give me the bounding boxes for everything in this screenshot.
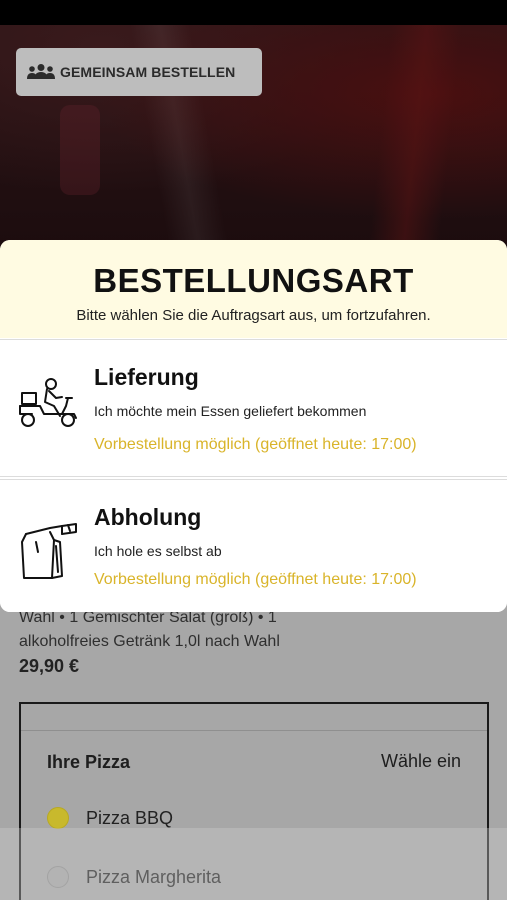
product-price: 29,90 € [19, 656, 80, 676]
option-note: Vorbestellung möglich (geöffnet heute: 1… [94, 571, 417, 588]
delivery-option[interactable]: Lieferung Ich möchte mein Essen geliefer… [0, 339, 507, 477]
option-description: Ich möchte mein Essen geliefert bekommen [94, 403, 367, 419]
product-description-line2: alkoholfreies Getränk 1,0l nach Wahl [19, 633, 280, 650]
option-note: Vorbestellung möglich (geöffnet heute: 1… [94, 436, 417, 453]
bottom-overlay [0, 828, 507, 900]
delivery-scooter-icon [16, 376, 82, 442]
status-bar [0, 0, 507, 25]
pickup-option[interactable]: Abholung Ich hole es selbst ab Vorbestel… [0, 479, 507, 612]
pickup-bag-icon [16, 516, 82, 582]
option-title: Lieferung [94, 364, 199, 390]
order-type-modal: BESTELLUNGSART Bitte wählen Sie die Auft… [0, 240, 507, 612]
pizza-choice-action[interactable]: Wähle ein [381, 751, 461, 772]
pizza-option[interactable]: Pizza BBQ [47, 807, 173, 829]
group-order-label: GEMEINSAM BESTELLEN [60, 64, 236, 80]
product-description: Wahl • 1 Gemischter Salat (groß) • 1 alk… [19, 606, 319, 654]
panel-divider [21, 730, 487, 731]
option-title: Abholung [94, 504, 202, 530]
pizza-option-label: Pizza BBQ [86, 807, 174, 828]
pizza-choice-title: Ihre Pizza [47, 752, 131, 772]
radio-selected[interactable] [47, 807, 69, 829]
modal-subtitle: Bitte wählen Sie die Auftragsart aus, um… [76, 307, 431, 324]
modal-title: BESTELLUNGSART [93, 262, 414, 299]
group-icon [26, 62, 58, 82]
option-description: Ich hole es selbst ab [94, 543, 222, 559]
group-order-button[interactable]: GEMEINSAM BESTELLEN [16, 48, 262, 96]
modal-header: BESTELLUNGSART Bitte wählen Sie die Auft… [0, 240, 507, 338]
